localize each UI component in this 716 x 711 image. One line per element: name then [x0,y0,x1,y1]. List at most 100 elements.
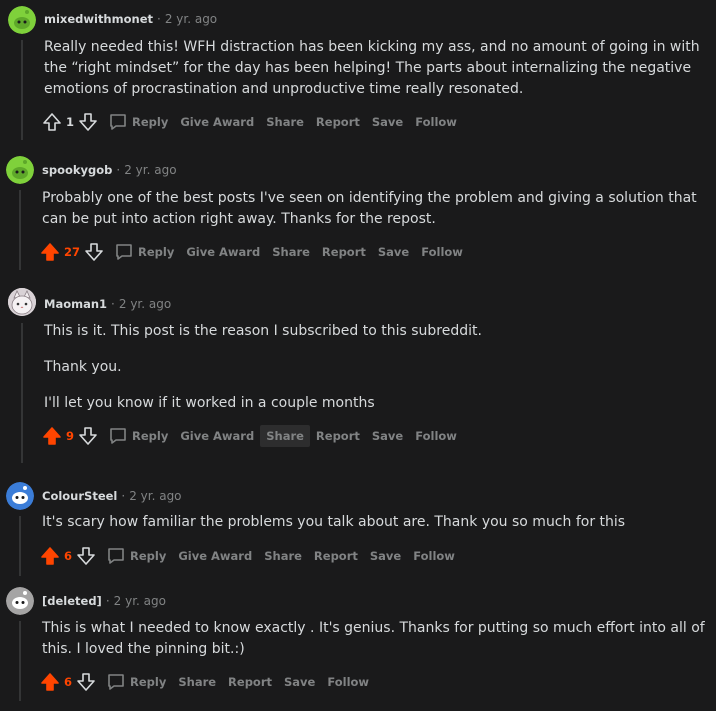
comment-bubble-icon [116,244,132,260]
save-button[interactable]: Save [278,671,321,693]
comment-body: This is it. This post is the reason I su… [44,321,714,414]
vote-score: 27 [64,245,81,259]
comment: mixedwithmonet · 2 yr. ago Really needed… [0,0,716,150]
follow-label: Follow [413,549,455,563]
report-button[interactable]: Report [222,671,278,693]
username[interactable]: Maoman1 [44,297,107,311]
vote-controls: 27 [40,242,104,262]
comment-actions: 1 Reply Give Award Share Report Save Fol… [42,110,463,134]
give-award-button[interactable]: Give Award [172,545,258,567]
give-award-button[interactable]: Give Award [174,111,260,133]
timestamp[interactable]: 2 yr. ago [114,594,166,608]
separator-dot: · [157,12,161,26]
downvote-icon[interactable] [76,546,96,566]
save-button[interactable]: Save [364,545,407,567]
reply-button[interactable]: Reply [100,542,172,570]
give-award-button[interactable]: Give Award [180,241,266,263]
reply-label: Reply [138,245,175,259]
reply-button[interactable]: Reply [108,238,180,266]
follow-button[interactable]: Follow [409,425,463,447]
upvote-icon[interactable] [40,242,60,262]
separator-dot: · [116,163,121,177]
vote-controls: 6 [40,672,96,692]
comment-bubble-icon [110,114,126,130]
report-button[interactable]: Report [308,545,364,567]
comment: [deleted] · 2 yr. ago This is what I nee… [0,584,716,711]
comment-actions: 27 Reply Give Award Share Report Save Fo… [40,240,469,264]
vote-score: 6 [64,549,73,563]
snoo-gray-avatar[interactable] [6,587,34,615]
username[interactable]: ColourSteel [42,489,117,503]
save-button[interactable]: Save [372,241,415,263]
vote-score: 6 [64,675,73,689]
save-label: Save [371,115,404,129]
thread-line[interactable] [21,323,23,463]
comment-paragraph: Really needed this! WFH distraction has … [44,39,700,97]
comment-body: Really needed this! WFH distraction has … [44,37,714,100]
timestamp[interactable]: 2 yr. ago [124,163,176,177]
timestamp[interactable]: 2 yr. ago [129,489,181,503]
follow-button[interactable]: Follow [407,545,461,567]
downvote-icon[interactable] [78,426,98,446]
share-label: Share [272,245,310,259]
comment: Maoman1 · 2 yr. ago This is it. This pos… [0,283,716,473]
comment-bubble-icon [108,548,124,564]
comment-paragraph: This is it. This post is the reason I su… [44,323,482,339]
report-button[interactable]: Report [316,241,372,263]
vote-controls: 6 [40,546,96,566]
cat-avatar[interactable] [8,288,36,316]
upvote-icon[interactable] [42,426,62,446]
comment-paragraph: Thank you. [44,359,122,375]
thread-line[interactable] [19,190,21,270]
reply-label: Reply [132,115,169,129]
snoo-green-avatar[interactable] [8,6,36,34]
timestamp[interactable]: 2 yr. ago [165,12,217,26]
username[interactable]: [deleted] [42,594,102,608]
save-button[interactable]: Save [366,111,409,133]
vote-score: 1 [66,115,75,129]
snoo-green-avatar[interactable] [6,156,34,184]
thread-line[interactable] [21,40,23,140]
reply-button[interactable]: Reply [100,668,172,696]
give-award-label: Give Award [180,429,255,443]
report-button[interactable]: Report [310,425,366,447]
share-label: Share [266,115,304,129]
separator-dot: · [105,594,110,608]
share-button[interactable]: Share [260,425,310,447]
vote-controls: 1 [42,112,98,132]
share-button[interactable]: Share [258,545,308,567]
comment-bubble-icon [110,428,126,444]
save-button[interactable]: Save [366,425,409,447]
reply-label: Reply [130,675,167,689]
share-label: Share [266,429,304,443]
reply-label: Reply [130,549,167,563]
report-label: Report [313,549,358,563]
upvote-icon[interactable] [40,672,60,692]
follow-button[interactable]: Follow [321,671,375,693]
upvote-icon[interactable] [42,112,62,132]
report-button[interactable]: Report [310,111,366,133]
share-button[interactable]: Share [266,241,316,263]
timestamp[interactable]: 2 yr. ago [119,297,171,311]
downvote-icon[interactable] [84,242,104,262]
share-label: Share [178,675,217,689]
comment-paragraph: This is what I needed to know exactly . … [42,620,705,657]
username[interactable]: mixedwithmonet [44,12,153,26]
give-award-button[interactable]: Give Award [174,425,260,447]
follow-label: Follow [415,429,457,443]
follow-button[interactable]: Follow [409,111,463,133]
share-button[interactable]: Share [172,671,222,693]
upvote-icon[interactable] [40,546,60,566]
username[interactable]: spookygob [42,163,112,177]
separator-dot: · [121,489,126,503]
thread-line[interactable] [19,516,21,576]
reply-button[interactable]: Reply [102,108,174,136]
thread-line[interactable] [19,621,21,701]
share-button[interactable]: Share [260,111,310,133]
separator-dot: · [111,297,115,311]
follow-button[interactable]: Follow [415,241,469,263]
snoo-blue-avatar[interactable] [6,482,34,510]
downvote-icon[interactable] [78,112,98,132]
reply-button[interactable]: Reply [102,422,174,450]
downvote-icon[interactable] [76,672,96,692]
